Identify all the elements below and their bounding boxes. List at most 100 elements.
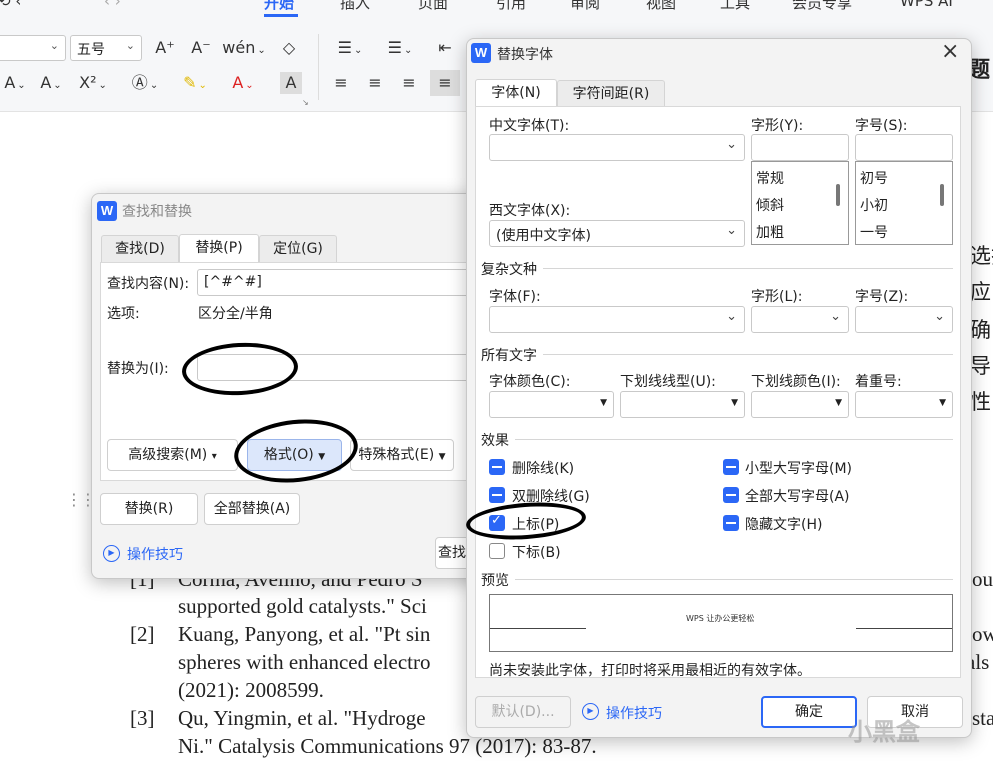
bullet-list-icon[interactable]: ☰ — [330, 35, 370, 61]
style-option[interactable]: 常规 — [756, 168, 784, 188]
style-option[interactable]: 加粗 — [756, 222, 784, 242]
drag-handle-icon[interactable]: ⋮⋮ — [66, 492, 96, 508]
char-shading-icon[interactable]: A — [280, 72, 302, 94]
body-text-fragment: ow — [972, 622, 993, 646]
ref-line: Kuang, Panyong, et al. "Pt sin — [178, 622, 431, 646]
double-strikethrough-checkbox[interactable] — [489, 487, 505, 503]
grow-font-icon[interactable]: A⁺ — [150, 35, 180, 61]
scrollbar-thumb[interactable] — [940, 184, 944, 206]
back-icon[interactable]: ⟲ ‹ — [0, 0, 21, 10]
tab-references[interactable]: 引用 — [496, 0, 526, 13]
complex-font-select[interactable]: ⌄ — [489, 306, 745, 333]
font-color-icon[interactable]: A — [228, 70, 258, 96]
all-text-section-title: 所有文字 — [481, 348, 537, 364]
complex-size-select[interactable]: ⌄ — [855, 306, 953, 333]
tab-review[interactable]: 审阅 — [570, 0, 600, 13]
section-divider — [543, 268, 953, 269]
tab-char-spacing[interactable]: 字符间距(R) — [557, 80, 665, 107]
tab-page[interactable]: 页面 — [418, 0, 448, 13]
font-name-combo[interactable]: ⌄ — [0, 35, 66, 61]
font-size-combo[interactable]: 五号 ⌄ — [70, 35, 142, 61]
numbered-list-icon[interactable]: ☰ — [380, 35, 420, 61]
play-circle-icon[interactable]: ▶ — [103, 545, 120, 562]
replace-all-button[interactable]: 全部替换(A) — [204, 493, 300, 525]
ref-number: [3] — [130, 706, 155, 730]
body-text-fragment: ou — [972, 567, 993, 591]
strikethrough-checkbox[interactable] — [489, 459, 505, 475]
special-format-button[interactable]: 特殊格式(E) ▼ — [350, 439, 454, 471]
tab-replace[interactable]: 替换(P) — [179, 234, 259, 262]
tab-view[interactable]: 视图 — [646, 0, 676, 13]
align-right-icon[interactable]: ≡ — [394, 70, 424, 96]
underline-type-label: 下划线线型(U): — [620, 374, 716, 390]
strikethrough-icon[interactable]: A — [0, 70, 30, 96]
clear-format-icon[interactable]: ◇ — [274, 35, 304, 61]
tab-goto[interactable]: 定位(G) — [259, 235, 337, 262]
style-listbox[interactable]: 常规 倾斜 加粗 — [751, 161, 849, 245]
size-listbox[interactable]: 初号 小初 一号 — [855, 161, 953, 245]
tab-member[interactable]: 会员专享 — [792, 0, 852, 13]
scrollbar-thumb[interactable] — [836, 184, 840, 206]
tips-link[interactable]: 操作技巧 — [127, 544, 183, 564]
wps-logo-icon: W — [471, 43, 491, 63]
hidden-text-checkbox[interactable] — [723, 515, 739, 531]
advanced-search-button[interactable]: 高级搜索(M) ▾ — [107, 439, 238, 471]
ok-button[interactable]: 确定 — [761, 696, 857, 728]
subscript-checkbox[interactable] — [489, 543, 505, 559]
complex-style-select[interactable]: ⌄ — [751, 306, 849, 333]
tab-tools[interactable]: 工具 — [720, 0, 750, 13]
small-caps-label: 小型大写字母(M) — [745, 461, 853, 477]
cn-font-select[interactable]: ⌄ — [489, 134, 745, 161]
emphasis-select[interactable]: ▼ — [855, 391, 953, 418]
tab-font[interactable]: 字体(N) — [475, 79, 557, 107]
preview-baseline — [490, 628, 586, 629]
body-text-fragment: 选择 — [970, 244, 993, 268]
effects-section-title: 效果 — [481, 433, 509, 449]
find-input[interactable]: [^#^#] — [197, 269, 487, 296]
play-circle-icon[interactable]: ▶ — [582, 703, 599, 720]
tab-wps-ai[interactable]: WPS AI — [900, 0, 953, 10]
default-button[interactable]: 默认(D)... — [475, 696, 571, 728]
west-font-select[interactable]: (使用中文字体) ⌄ — [489, 220, 745, 247]
chevron-down-icon: ⌄ — [934, 309, 945, 324]
tab-home[interactable]: 开始 — [264, 0, 294, 13]
justify-icon[interactable]: ≡ — [430, 70, 460, 96]
complex-font-label: 字体(F): — [489, 289, 541, 305]
tab-insert[interactable]: 插入 — [340, 0, 370, 13]
options-value: 区分全/半角 — [198, 306, 273, 322]
style-input[interactable] — [751, 134, 849, 161]
body-text-fragment: 应 — [970, 280, 991, 304]
superscript-icon[interactable]: X² — [78, 70, 108, 96]
underline-type-select[interactable]: ▼ — [620, 391, 745, 418]
complex-size-label: 字号(Z): — [855, 289, 909, 305]
all-caps-label: 全部大写字母(A) — [745, 489, 850, 505]
nav-arrows-icon[interactable]: ‹ › — [104, 0, 121, 10]
style-option[interactable]: 倾斜 — [756, 195, 784, 215]
text-effect-icon[interactable]: Ⓐ — [130, 70, 160, 96]
shrink-font-icon[interactable]: A⁻ — [186, 35, 216, 61]
size-option[interactable]: 一号 — [860, 222, 888, 242]
options-label: 选项: — [107, 306, 140, 322]
underline-style-icon[interactable]: A — [36, 70, 66, 96]
small-caps-checkbox[interactable] — [723, 459, 739, 475]
size-input[interactable] — [855, 134, 953, 161]
pinyin-icon[interactable]: wén — [222, 35, 266, 61]
underline-color-select[interactable]: ▼ — [751, 391, 849, 418]
chevron-down-icon: ⌄ — [830, 309, 841, 324]
align-center-icon[interactable]: ≡ — [360, 70, 390, 96]
preview-baseline — [856, 628, 952, 629]
size-option[interactable]: 初号 — [860, 168, 888, 188]
replace-button[interactable]: 替换(R) — [100, 493, 198, 525]
size-option[interactable]: 小初 — [860, 195, 888, 215]
close-icon[interactable]: × — [941, 39, 959, 64]
active-tab-indicator — [264, 14, 298, 17]
font-color-select[interactable]: ▼ — [489, 391, 614, 418]
font-group-launcher-icon[interactable]: ↘ — [302, 98, 309, 107]
tips-link[interactable]: 操作技巧 — [606, 703, 662, 723]
highlight-icon[interactable]: ✎ — [180, 70, 210, 96]
align-left-icon[interactable]: ≡ — [326, 70, 356, 96]
all-caps-checkbox[interactable] — [723, 487, 739, 503]
ref-number: [2] — [130, 622, 155, 646]
decrease-indent-icon[interactable]: ⇤ — [430, 35, 460, 61]
tab-find[interactable]: 查找(D) — [101, 235, 179, 262]
